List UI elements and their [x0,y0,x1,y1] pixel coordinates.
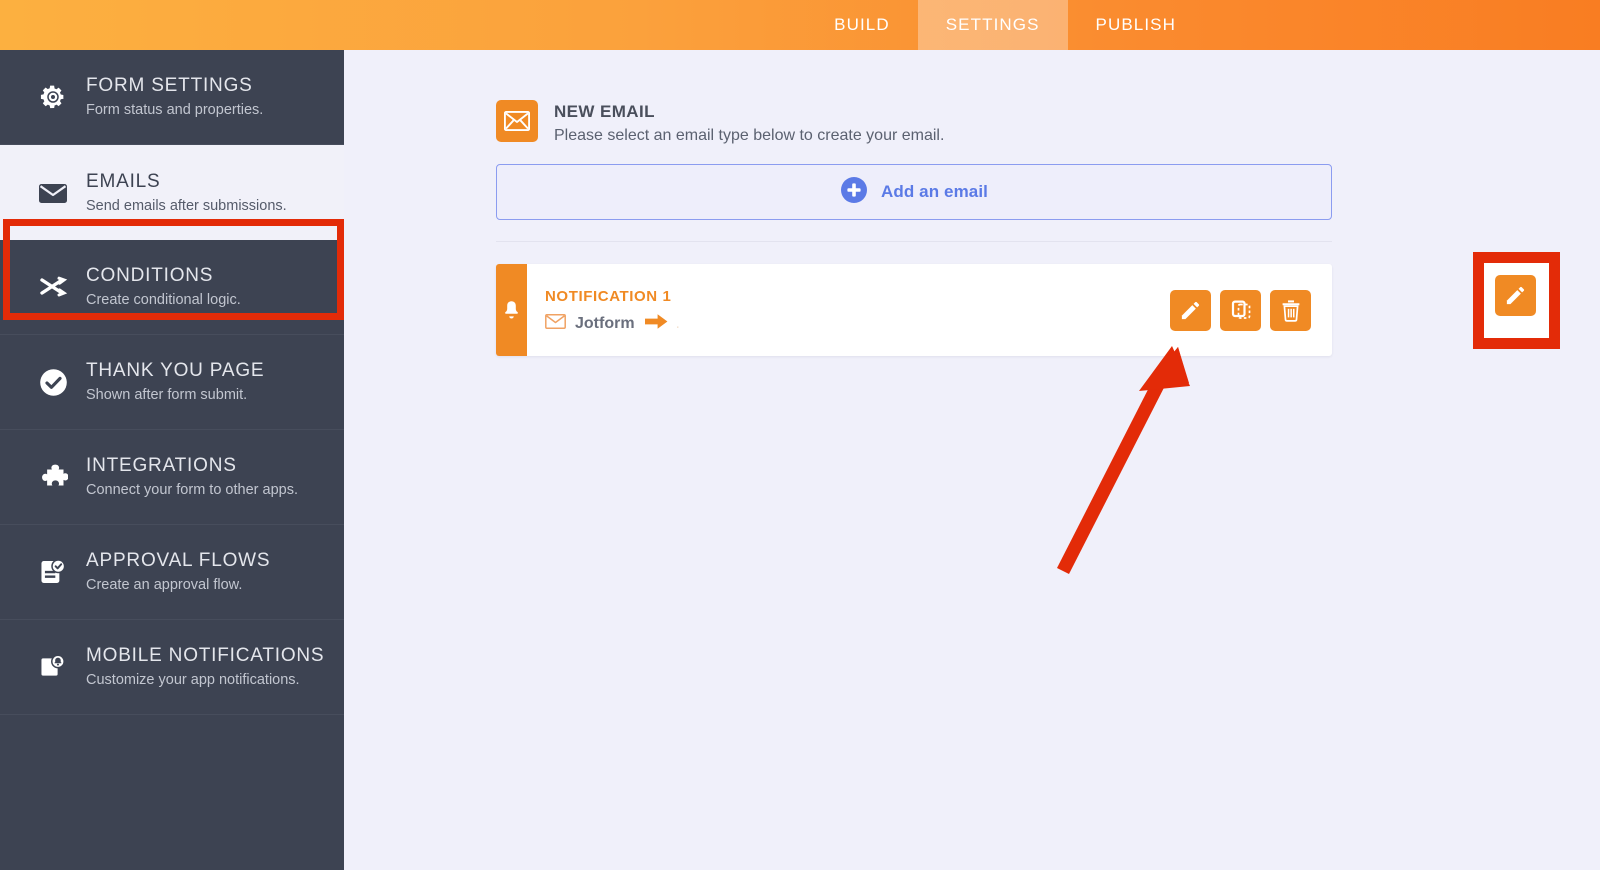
sidebar-item-subtitle: Send emails after submissions. [86,197,287,214]
tab-publish[interactable]: PUBLISH [1068,0,1204,50]
approval-document-icon [36,555,70,589]
notification-sender: Jotform [575,314,635,332]
page-subtitle: Please select an email type below to cre… [554,127,945,144]
sidebar-item-title: APPROVAL FLOWS [86,550,271,571]
settings-sidebar: FORM SETTINGS Form status and properties… [0,50,344,870]
bell-icon [496,264,527,356]
sidebar-item-approval-flows[interactable]: APPROVAL FLOWS Create an approval flow. [0,525,344,620]
notification-card[interactable]: NOTIFICATION 1 Jotform . [496,264,1332,356]
sidebar-item-subtitle: Connect your form to other apps. [86,482,298,498]
notification-action-buttons [1170,264,1332,356]
sidebar-item-text: APPROVAL FLOWS Create an approval flow. [86,549,270,595]
check-circle-icon [36,365,70,399]
section-divider [496,241,1332,242]
notification-route: Jotform . [545,313,1170,335]
sidebar-item-title: FORM SETTINGS [86,75,253,96]
top-navigation-bar: BUILD SETTINGS PUBLISH [0,0,1600,50]
envelope-outline-icon [545,313,566,334]
sidebar-item-title: MOBILE NOTIFICATIONS [86,645,325,666]
notification-details: NOTIFICATION 1 Jotform . [527,264,1170,356]
sidebar-item-text: MOBILE NOTIFICATIONS Customize your app … [86,644,324,690]
shuffle-icon [36,270,70,304]
annotation-edit-button-visual[interactable] [1495,275,1536,316]
nav-tail-spacer [1204,0,1600,50]
pencil-icon [1181,301,1200,319]
sidebar-item-title: THANK YOU PAGE [86,360,265,381]
new-email-text: NEW EMAIL Please select an email type be… [554,100,944,148]
sidebar-item-text: FORM SETTINGS Form status and properties… [86,74,263,120]
sidebar-item-subtitle: Shown after form submit. [86,387,248,403]
sidebar-item-integrations[interactable]: INTEGRATIONS Connect your form to other … [0,430,344,525]
tab-settings[interactable]: SETTINGS [917,0,1068,50]
clone-notification-button[interactable] [1220,289,1261,331]
new-email-header: NEW EMAIL Please select an email type be… [496,100,1332,148]
sidebar-item-conditions[interactable]: CONDITIONS Create conditional logic. [0,240,344,335]
sidebar-item-subtitle: Customize your app notifications. [86,672,300,688]
trash-icon [1282,299,1299,322]
sidebar-item-title: EMAILS [86,170,161,192]
sidebar-item-subtitle: Create an approval flow. [86,577,243,593]
arrow-right-icon [644,313,668,335]
gear-icon [36,80,70,114]
add-an-email-label: Add an email [880,182,988,201]
sidebar-item-mobile-notifications[interactable]: MOBILE NOTIFICATIONS Customize your app … [0,620,344,715]
sidebar-item-text: INTEGRATIONS Connect your form to other … [86,454,298,500]
pencil-icon [1506,286,1525,305]
jotform-settings-page: BUILD SETTINGS PUBLISH FORM SETTINGS For… [0,0,1600,870]
edit-notification-button[interactable] [1170,289,1211,331]
sidebar-item-thank-you-page[interactable]: THANK YOU PAGE Shown after form submit. [0,335,344,430]
emails-panel: NEW EMAIL Please select an email type be… [496,100,1332,356]
delete-notification-button[interactable] [1270,289,1311,331]
sidebar-item-title: CONDITIONS [86,265,214,286]
plus-circle-icon [840,176,868,209]
sidebar-item-form-settings[interactable]: FORM SETTINGS Form status and properties… [0,50,344,145]
envelope-icon [36,176,70,210]
mobile-bell-icon [36,650,70,684]
sidebar-item-text: THANK YOU PAGE Shown after form submit. [86,359,264,405]
puzzle-piece-icon [36,460,70,494]
tab-build[interactable]: BUILD [806,0,918,50]
notification-title: NOTIFICATION 1 [545,287,672,305]
sidebar-item-title: INTEGRATIONS [86,455,237,476]
sidebar-item-text: EMAILS Send emails after submissions. [86,170,287,216]
main-content-area: NEW EMAIL Please select an email type be… [344,50,1600,870]
envelope-icon [496,100,538,142]
add-an-email-button[interactable]: Add an email [496,164,1332,220]
sidebar-item-subtitle: Form status and properties. [86,102,264,118]
page-title: NEW EMAIL [554,102,655,121]
sidebar-item-subtitle: Create conditional logic. [86,292,241,308]
sidebar-item-emails[interactable]: EMAILS Send emails after submissions. [0,145,344,240]
clone-icon [1231,300,1250,319]
sidebar-item-text: CONDITIONS Create conditional logic. [86,264,241,310]
notification-recipient: . [675,315,680,332]
